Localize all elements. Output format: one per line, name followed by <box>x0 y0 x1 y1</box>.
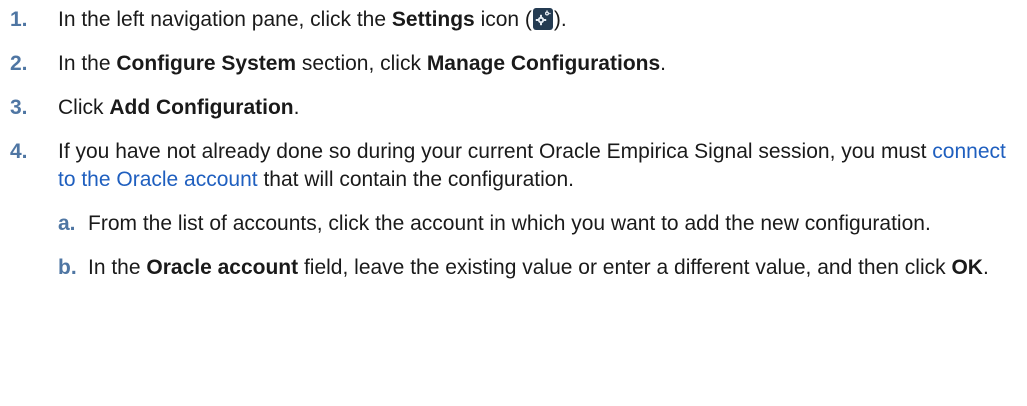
step-text: In the <box>58 52 117 75</box>
ui-term-manage-configurations: Manage Configurations <box>426 52 661 75</box>
step-text: that will contain the configuration. <box>257 168 574 191</box>
step-number: 2. <box>10 52 28 75</box>
step-text: In the left navigation pane, click the <box>58 8 392 31</box>
substep-text: From the list of accounts, click the acc… <box>88 212 931 235</box>
ui-term-settings: Settings <box>391 8 475 31</box>
step-1: 1. In the left navigation pane, click th… <box>0 6 1008 34</box>
step-number: 3. <box>10 96 28 119</box>
step-text: icon ( <box>474 8 532 31</box>
substep-letter: a. <box>58 212 76 235</box>
step-4: 4. If you have not already done so durin… <box>0 138 1008 282</box>
substep-text: In the <box>88 256 147 279</box>
step-text: . <box>293 96 300 119</box>
ui-term-oracle-account: Oracle account <box>146 256 299 279</box>
ui-term-add-configuration: Add Configuration <box>109 96 294 119</box>
ui-term-ok: OK <box>951 256 983 279</box>
step-text: section, click <box>296 52 427 75</box>
procedure-steps: 1. In the left navigation pane, click th… <box>0 0 1027 282</box>
step-text: ). <box>553 8 567 31</box>
gear-icon <box>532 8 553 30</box>
substep-list: a. From the list of accounts, click the … <box>58 210 1008 282</box>
substep-text: field, leave the existing value or enter… <box>298 256 952 279</box>
step-text: If you have not already done so during y… <box>58 140 933 163</box>
ui-term-configure-system: Configure System <box>116 52 297 75</box>
substep-a: a. From the list of accounts, click the … <box>58 210 1018 238</box>
step-number: 1. <box>10 8 28 31</box>
substep-b: b. In the Oracle account field, leave th… <box>58 254 1018 282</box>
step-2: 2. In the Configure System section, clic… <box>0 50 1008 78</box>
step-text: Click <box>58 96 110 119</box>
step-3: 3. Click Add Configuration. <box>0 94 1008 122</box>
step-number: 4. <box>10 140 28 163</box>
step-text: . <box>660 52 666 75</box>
substep-letter: b. <box>58 256 77 279</box>
substep-text: . <box>982 256 989 279</box>
